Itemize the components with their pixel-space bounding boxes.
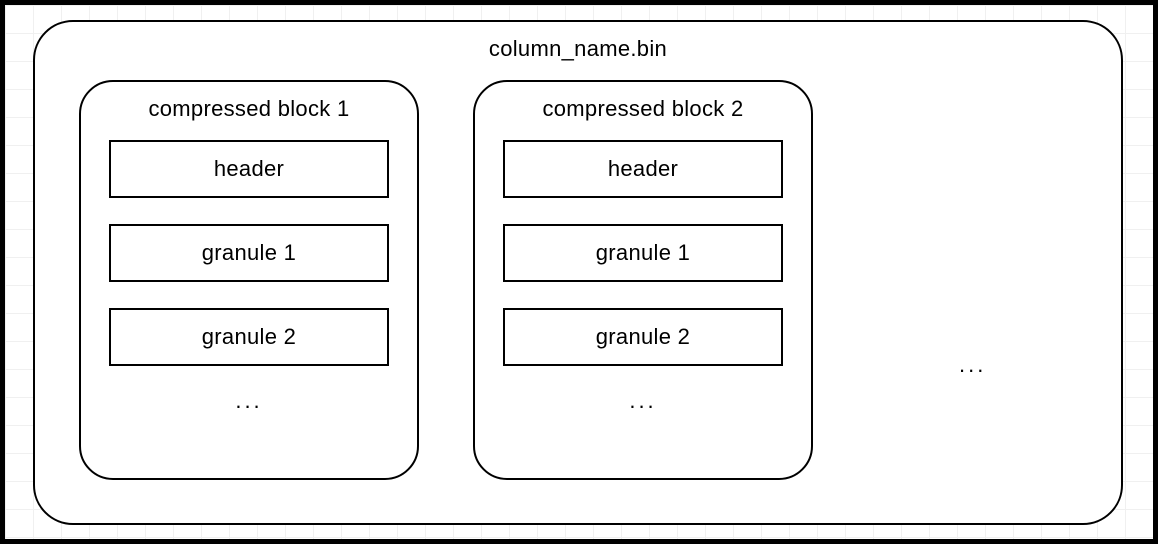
blocks-row: compressed block 1 header granule 1 gran…	[35, 80, 1121, 480]
compressed-block-1: compressed block 1 header granule 1 gran…	[79, 80, 419, 480]
ellipsis-icon: ...	[235, 388, 262, 414]
block-cell-granule: granule 1	[109, 224, 389, 282]
ellipsis-icon: ...	[629, 388, 656, 414]
block-cell-header: header	[109, 140, 389, 198]
file-container: column_name.bin compressed block 1 heade…	[33, 20, 1123, 525]
compressed-block-2: compressed block 2 header granule 1 gran…	[473, 80, 813, 480]
block-cell-granule: granule 2	[503, 308, 783, 366]
block-cell-granule: granule 1	[503, 224, 783, 282]
file-title: column_name.bin	[35, 36, 1121, 62]
block-cell-header: header	[503, 140, 783, 198]
block-cell-granule: granule 2	[109, 308, 389, 366]
block-title: compressed block 2	[542, 96, 743, 122]
block-title: compressed block 1	[148, 96, 349, 122]
ellipsis-icon: ...	[959, 352, 986, 378]
